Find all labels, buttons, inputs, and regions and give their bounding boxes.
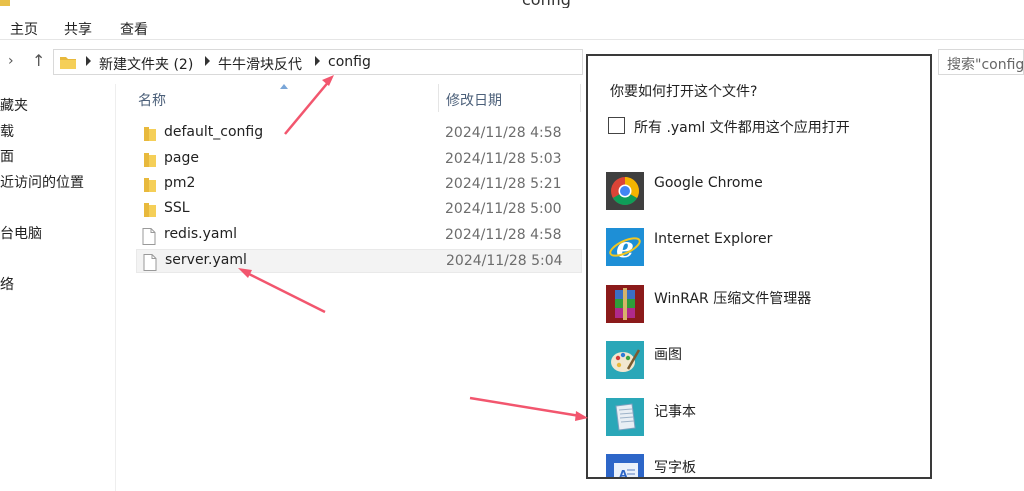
list-item[interactable]: default_config 2024/11/28 4:58 (136, 122, 582, 146)
search-input[interactable]: 搜索"config" (938, 49, 1024, 75)
nav-item-desktop[interactable]: 面 (0, 146, 14, 166)
app-name: Google Chrome (654, 175, 763, 191)
file-date: 2024/11/28 5:04 (446, 253, 563, 269)
search-placeholder: 搜索"config" (947, 57, 1024, 73)
up-arrow-icon[interactable]: ↑ (32, 51, 45, 70)
app-name: 画图 (654, 347, 682, 363)
winrar-icon (606, 285, 644, 323)
column-header-name[interactable]: 名称 (138, 90, 166, 110)
notepad-icon (606, 398, 644, 436)
file-name: SSL (164, 200, 190, 216)
list-item[interactable]: redis.yaml 2024/11/28 4:58 (136, 224, 582, 248)
sort-ascending-icon (280, 84, 288, 89)
file-icon (142, 228, 156, 245)
annotation-arrow (238, 268, 326, 314)
app-name: 记事本 (654, 404, 696, 420)
breadcrumb-separator-icon[interactable] (205, 56, 210, 66)
tab-view[interactable]: 查看 (120, 19, 148, 39)
list-item-selected[interactable]: server.yaml 2024/11/28 5:04 (136, 249, 582, 273)
forward-chevron-icon[interactable]: › (8, 53, 14, 69)
file-name: redis.yaml (164, 226, 237, 242)
app-name: Internet Explorer (654, 231, 773, 247)
nav-item-favorites[interactable]: 藏夹 (0, 95, 28, 115)
breadcrumb-item[interactable]: 新建文件夹 (2) (99, 54, 193, 74)
internet-explorer-icon: e (606, 228, 644, 266)
app-option-winrar[interactable]: WinRAR 压缩文件管理器 (606, 285, 926, 329)
file-date: 2024/11/28 5:21 (445, 176, 562, 192)
list-item[interactable]: page 2024/11/28 5:03 (136, 148, 582, 172)
app-option-chrome[interactable]: Google Chrome (606, 172, 926, 216)
open-with-dialog: 你要如何打开这个文件? 所有 .yaml 文件都用这个应用打开 Google C… (586, 54, 932, 479)
navigation-pane: 藏夹 载 面 近访问的位置 台电脑 络 (0, 84, 116, 491)
file-name: page (164, 150, 199, 166)
file-date: 2024/11/28 5:00 (445, 201, 562, 217)
wordpad-icon: A (606, 454, 644, 479)
file-name: default_config (164, 124, 264, 140)
app-name: WinRAR 压缩文件管理器 (654, 291, 812, 307)
dialog-heading: 你要如何打开这个文件? (610, 84, 758, 100)
always-use-checkbox-label[interactable]: 所有 .yaml 文件都用这个应用打开 (634, 117, 850, 137)
app-option-notepad[interactable]: 记事本 (606, 398, 926, 442)
file-icon (143, 254, 157, 271)
folder-icon (144, 203, 156, 217)
breadcrumb-item[interactable]: 牛牛滑块反代 (218, 54, 302, 74)
tab-share[interactable]: 共享 (64, 19, 92, 39)
tab-home[interactable]: 主页 (10, 19, 38, 39)
app-option-internet-explorer[interactable]: e Internet Explorer (606, 228, 926, 272)
title-bar: config (0, 0, 1024, 8)
nav-item-recent-places[interactable]: 近访问的位置 (0, 172, 84, 192)
folder-icon (0, 0, 10, 6)
window-title: config (522, 0, 571, 8)
file-name: pm2 (164, 175, 196, 191)
nav-item-this-pc[interactable]: 台电脑 (0, 223, 42, 243)
breadcrumb-item-current[interactable]: config (328, 54, 371, 70)
always-use-checkbox[interactable] (608, 117, 625, 134)
file-date: 2024/11/28 5:03 (445, 151, 562, 167)
app-option-wordpad[interactable]: A 写字板 (606, 454, 926, 479)
column-header-date[interactable]: 修改日期 (446, 90, 502, 110)
file-date: 2024/11/28 4:58 (445, 125, 562, 141)
list-item[interactable]: pm2 2024/11/28 5:21 (136, 173, 582, 197)
folder-icon (144, 178, 156, 192)
breadcrumb-separator-icon[interactable] (315, 56, 320, 66)
folder-icon (144, 127, 156, 141)
annotation-arrow (469, 396, 588, 421)
breadcrumb-separator-icon[interactable] (86, 56, 91, 66)
chrome-icon (606, 172, 644, 210)
folder-icon (144, 153, 156, 167)
file-date: 2024/11/28 4:58 (445, 227, 562, 243)
column-divider[interactable] (580, 84, 581, 112)
column-divider[interactable] (438, 84, 439, 112)
nav-item-network[interactable]: 络 (0, 274, 14, 294)
svg-text:e: e (616, 231, 634, 264)
app-option-paint[interactable]: 画图 (606, 341, 926, 385)
nav-item-downloads[interactable]: 载 (0, 121, 14, 141)
svg-text:A: A (619, 468, 628, 479)
address-bar[interactable]: 新建文件夹 (2) 牛牛滑块反代 config (53, 49, 583, 75)
app-name: 写字板 (654, 460, 696, 476)
file-name: server.yaml (165, 252, 247, 268)
paint-icon (606, 341, 644, 379)
folder-icon (60, 57, 76, 69)
list-item[interactable]: SSL 2024/11/28 5:00 (136, 198, 582, 222)
ribbon: 主页 共享 查看 (0, 8, 1024, 40)
